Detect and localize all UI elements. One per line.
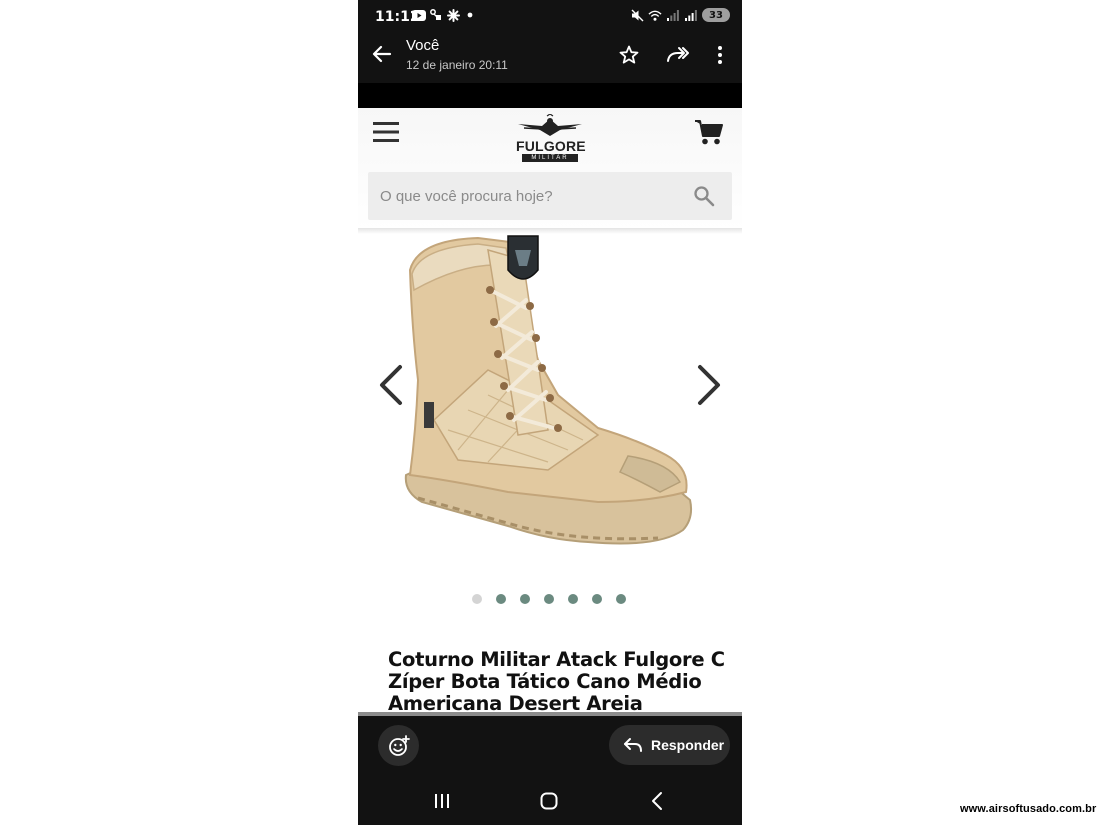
wifi-icon <box>648 8 662 22</box>
image-top-border <box>358 83 742 108</box>
carousel-prev-chevron-icon[interactable] <box>374 363 406 407</box>
nav-back-icon[interactable] <box>648 791 668 811</box>
search-box <box>368 172 732 220</box>
carousel-dot[interactable] <box>616 594 626 604</box>
back-arrow-icon[interactable] <box>370 42 394 66</box>
more-options-icon[interactable] <box>708 43 732 67</box>
eagle-emblem-icon <box>518 113 582 136</box>
carousel-dot[interactable] <box>496 594 506 604</box>
star-icon[interactable] <box>617 43 641 67</box>
sender-name: Você <box>406 37 440 54</box>
reply-bar: Responder <box>358 716 742 776</box>
watermark-text: www.airsoftusado.com.br <box>960 803 1097 815</box>
hamburger-menu-icon[interactable] <box>373 121 399 143</box>
recents-icon[interactable] <box>432 791 452 811</box>
logo-name: FULGORE <box>516 138 586 154</box>
message-app-bar: Você 12 de janeiro 20:11 <box>358 33 742 83</box>
flower-icon <box>446 8 460 22</box>
emoji-plus-icon <box>388 734 410 756</box>
signal-icon <box>666 8 680 22</box>
search-icon[interactable] <box>692 184 716 208</box>
link-icon <box>429 8 443 22</box>
product-title: Coturno Militar Atack Fulgore C Zíper Bo… <box>388 648 725 715</box>
home-icon[interactable] <box>539 791 559 811</box>
battery-indicator: 33 <box>702 8 730 22</box>
dot-icon <box>463 8 477 22</box>
status-notification-icons <box>412 8 477 22</box>
carousel-dot[interactable] <box>544 594 554 604</box>
status-bar: 11:12 33 <box>358 0 742 33</box>
phone-screen: 11:12 33 Você 12 de janeiro 20:11 FULGOR… <box>358 0 742 825</box>
system-navigation-bar <box>358 776 742 825</box>
add-reaction-button[interactable] <box>378 725 419 766</box>
website-screenshot[interactable]: FULGORE MILITAR O que você procura hoje?… <box>358 108 742 715</box>
reply-arrow-icon <box>624 738 642 752</box>
carousel-next-chevron-icon[interactable] <box>694 363 726 407</box>
message-date: 12 de janeiro 20:11 <box>406 58 508 72</box>
signal-icon <box>684 8 698 22</box>
site-header: FULGORE MILITAR <box>358 108 742 230</box>
reply-label: Responder <box>651 737 725 753</box>
youtube-icon <box>412 8 426 22</box>
mute-icon <box>630 8 644 22</box>
logo-subtitle: MILITAR <box>522 154 578 162</box>
reply-button[interactable]: Responder <box>609 725 730 765</box>
fulgore-logo[interactable]: FULGORE MILITAR <box>516 113 586 162</box>
carousel-dot[interactable] <box>568 594 578 604</box>
carousel-pagination <box>472 594 626 604</box>
carousel-dot[interactable] <box>520 594 530 604</box>
forward-icon[interactable] <box>665 43 689 67</box>
product-boot-image[interactable] <box>398 230 720 570</box>
search-input[interactable] <box>368 172 688 220</box>
status-system-icons: 33 <box>630 8 730 22</box>
carousel-dot[interactable] <box>592 594 602 604</box>
shopping-cart-icon[interactable] <box>694 118 724 146</box>
carousel-dot[interactable] <box>472 594 482 604</box>
